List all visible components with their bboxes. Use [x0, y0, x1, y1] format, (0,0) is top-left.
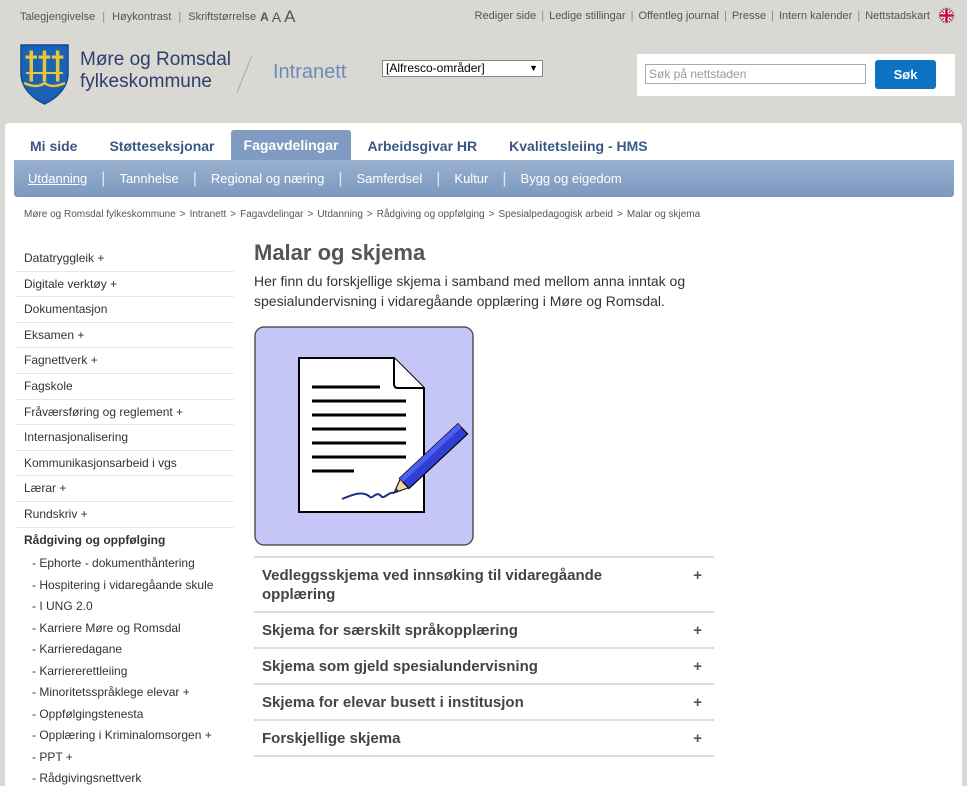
expand-plus-icon[interactable]: + — [693, 729, 702, 748]
org-name-line1: Møre og Romsdal — [80, 49, 231, 70]
presse-link[interactable]: Presse — [732, 10, 766, 22]
accordion-item-title: Skjema som gjeld spesialundervisning — [262, 658, 538, 675]
leftnav-subitem[interactable]: - Minoritetsspråklege elevar + — [15, 682, 234, 704]
expand-plus-icon[interactable]: + — [693, 693, 702, 712]
leftnav-item[interactable]: Datatryggleik + — [15, 246, 234, 272]
accordion-item[interactable]: Skjema for særskilt språkopplæring + — [254, 613, 714, 649]
expand-plus-icon[interactable]: + — [693, 566, 702, 585]
font-size-large-button[interactable]: A — [284, 7, 295, 27]
accordion-item[interactable]: Skjema som gjeld spesialundervisning + — [254, 649, 714, 685]
subnav-tannhelse[interactable]: Tannhelse — [119, 171, 178, 186]
breadcrumb-item[interactable]: Møre og Romsdal fylkeskommune — [24, 209, 176, 220]
leftnav-item[interactable]: Fagskole — [15, 374, 234, 400]
leftnav-subitem[interactable]: - Oppfølgingstenesta — [15, 704, 234, 726]
subnav-utdanning[interactable]: Utdanning — [28, 171, 87, 186]
tab-fagavdelingar[interactable]: Fagavdelingar — [230, 130, 352, 160]
font-size-small-button[interactable]: A — [260, 10, 269, 24]
search-input[interactable] — [645, 64, 866, 84]
alfresco-select-value: [Alfresco-områder] — [386, 61, 485, 75]
sub-navigation: Utdanning | Tannhelse | Regional og næring… — [14, 160, 954, 197]
ledige-stillingar-link[interactable]: Ledige stillingar — [549, 10, 625, 22]
alfresco-select[interactable]: [Alfresco-områder] ▼ — [382, 60, 543, 77]
accordion-item[interactable]: Vedleggsskjema ved innsøking til vidareg… — [254, 558, 714, 613]
leftnav-subitem[interactable]: - Rådgivingsnettverk — [15, 768, 234, 786]
breadcrumb-item[interactable]: Utdanning — [317, 209, 363, 220]
subnav-samferdsel[interactable]: Samferdsel — [357, 171, 423, 186]
leftnav-item[interactable]: Eksamen + — [15, 323, 234, 349]
accordion-item[interactable]: Skjema for elevar busett i institusjon + — [254, 685, 714, 721]
main-tabs: Mi side Støtteseksjonar Fagavdelingar Ar… — [5, 130, 664, 160]
nettstadskart-link[interactable]: Nettstadskart — [865, 10, 930, 22]
main-panel: Mi side Støtteseksjonar Fagavdelingar Ar… — [5, 123, 962, 786]
expand-plus-icon[interactable]: + — [693, 621, 702, 640]
offentleg-journal-link[interactable]: Offentleg journal — [638, 10, 719, 22]
font-size-label: Skriftstørrelse — [188, 11, 257, 23]
leftnav-item[interactable]: Internasjonalisering — [15, 425, 234, 451]
font-size-medium-button[interactable]: A — [272, 9, 281, 25]
leftnav-subitem[interactable]: - Hospitering i vidaregåande skule — [15, 575, 234, 597]
utility-right: Rediger side | Ledige stillingar | Offentl… — [475, 7, 955, 24]
page-title: Malar og skjema — [254, 240, 426, 265]
leftnav-subitem[interactable]: - Opplæring i Kriminalomsorgen + — [15, 725, 234, 747]
left-navigation: Datatryggleik + Digitale verktøy + Dokum… — [15, 246, 234, 786]
logo-divider — [236, 55, 253, 93]
leftnav-subitem[interactable]: - Karriererettleiing — [15, 661, 234, 683]
intern-kalender-link[interactable]: Intern kalender — [779, 10, 852, 22]
intro-text: Her finn du forskjellige skjema i samban… — [254, 273, 686, 309]
accordion-item-title: Skjema for elevar busett i institusjon — [262, 694, 524, 711]
search-panel: Søk — [637, 54, 955, 96]
rediger-side-link[interactable]: Rediger side — [475, 10, 537, 22]
accordion-item[interactable]: Forskjellige skjema + — [254, 721, 714, 757]
subnav-regional-og-naering[interactable]: Regional og næring — [211, 171, 324, 186]
tab-kvalitetsleiing-hms[interactable]: Kvalitetsleiing - HMS — [493, 130, 663, 160]
leftnav-item[interactable]: Dokumentasjon — [15, 297, 234, 323]
breadcrumb-item[interactable]: Rådgiving og oppfølging — [377, 209, 485, 220]
leftnav-subitem[interactable]: - I UNG 2.0 — [15, 596, 234, 618]
subnav-bygg-og-eigedom[interactable]: Bygg og eigedom — [521, 171, 622, 186]
search-button[interactable]: Søk — [875, 60, 936, 89]
site-name[interactable]: Intranett — [273, 61, 346, 84]
leftnav-subitem[interactable]: - PPT + — [15, 747, 234, 769]
hoykontrast-link[interactable]: Høykontrast — [112, 11, 171, 23]
expand-plus-icon[interactable]: + — [693, 657, 702, 676]
forms-accordion: Vedleggsskjema ved innsøking til vidareg… — [254, 556, 714, 757]
dropdown-arrow-icon: ▼ — [529, 63, 538, 73]
leftnav-item[interactable]: Kommunikasjonsarbeid i vgs — [15, 451, 234, 477]
breadcrumb-item[interactable]: Intranett — [190, 209, 227, 220]
leftnav-item[interactable]: Digitale verktøy + — [15, 272, 234, 298]
leftnav-item[interactable]: Fagnettverk + — [15, 348, 234, 374]
breadcrumb-current: Malar og skjema — [626, 209, 701, 220]
document-with-pen-icon — [254, 326, 474, 546]
accordion-item-title: Forskjellige skjema — [262, 730, 401, 747]
leftnav-subitem[interactable]: - Ephorte - dokumenthåntering — [15, 553, 234, 575]
breadcrumb-item[interactable]: Fagavdelingar — [240, 209, 303, 220]
utility-left: Talegjengivelse | Høykontrast | Skriftst… — [20, 7, 296, 27]
tab-stotteseksjonar[interactable]: Støtteseksjonar — [93, 130, 230, 160]
leftnav-item[interactable]: Fråværsføring og reglement + — [15, 400, 234, 426]
uk-flag-icon[interactable] — [938, 7, 955, 24]
subnav-kultur[interactable]: Kultur — [454, 171, 488, 186]
coat-of-arms-icon[interactable] — [19, 43, 70, 106]
tab-arbeidsgivar-hr[interactable]: Arbeidsgivar HR — [351, 130, 493, 160]
leftnav-item[interactable]: Lærar + — [15, 476, 234, 502]
accordion-item-title: Skjema for særskilt språkopplæring — [262, 622, 518, 639]
leftnav-subitem[interactable]: - Karriere Møre og Romsdal — [15, 618, 234, 640]
leftnav-current-section[interactable]: Rådgiving og oppfølging — [15, 528, 234, 554]
breadcrumb: Møre og Romsdal fylkeskommune > Intranett… — [24, 209, 701, 220]
talegjengivelse-link[interactable]: Talegjengivelse — [20, 11, 95, 23]
leftnav-subitem[interactable]: - Karrieredagane — [15, 639, 234, 661]
organization-name[interactable]: Møre og Romsdal fylkeskommune — [80, 49, 231, 93]
leftnav-item[interactable]: Rundskriv + — [15, 502, 234, 528]
org-name-line2: fylkeskommune — [80, 71, 212, 92]
breadcrumb-item[interactable]: Spesialpedagogisk arbeid — [498, 209, 613, 220]
main-content: Malar og skjema Her finn du forskjellige… — [254, 240, 714, 757]
accordion-item-title: Vedleggsskjema ved innsøking til vidareg… — [262, 567, 603, 603]
tab-mi-side[interactable]: Mi side — [5, 130, 93, 160]
